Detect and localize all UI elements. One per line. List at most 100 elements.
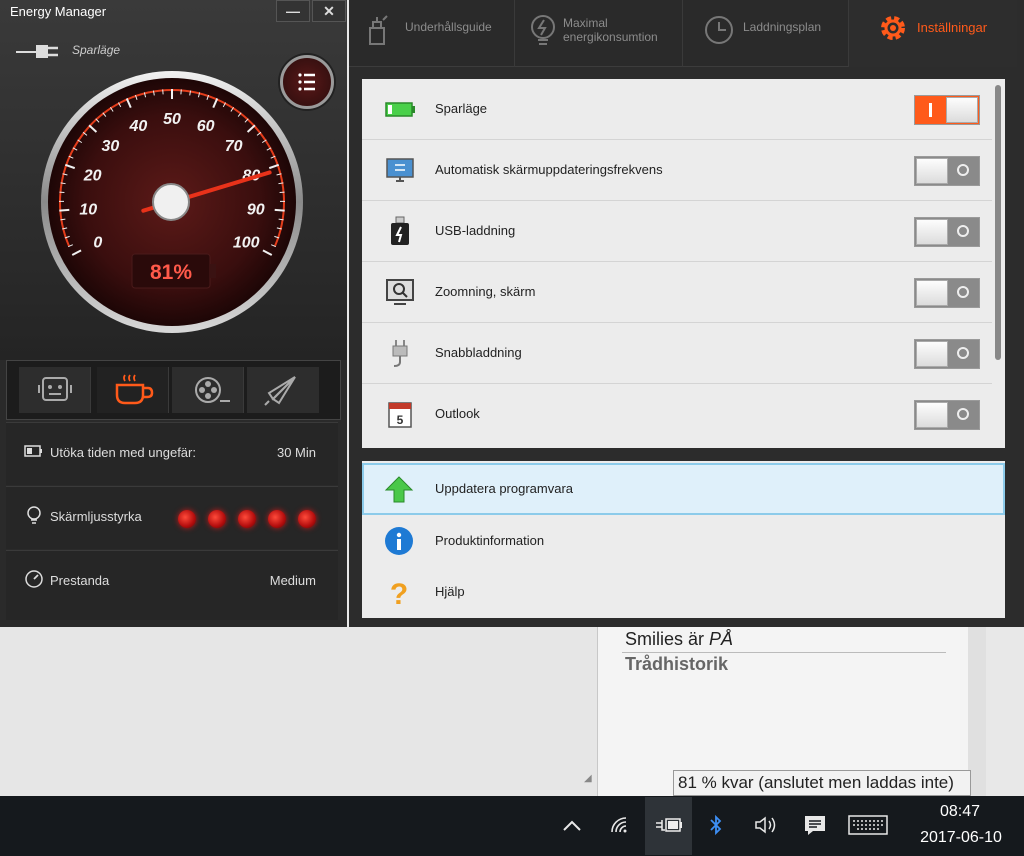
question-icon: ? (384, 577, 414, 611)
clock-time[interactable]: 08:47 (930, 803, 990, 821)
plug-icon (384, 338, 416, 368)
brightness-row: Skärmljusstyrka (6, 486, 338, 549)
smilies-prefix: Smilies är (625, 629, 710, 649)
mode-tab-coffee[interactable] (97, 367, 169, 413)
nav-maintenance[interactable]: Underhållsguide (349, 0, 515, 67)
setting-row-outlook: 5 Outlook (362, 384, 992, 445)
maintenance-icon (369, 15, 388, 45)
help-link[interactable]: ? Hjälp (362, 566, 1005, 618)
toggle-screen-zoom[interactable] (914, 278, 980, 308)
touch-keyboard-icon[interactable] (846, 810, 890, 840)
robot-icon (38, 377, 72, 401)
toggle-power-saving[interactable] (914, 95, 980, 125)
smilies-state: PÅ (709, 629, 734, 649)
web-textarea[interactable] (0, 627, 598, 796)
toggle-refresh-rate[interactable] (914, 156, 980, 186)
link-label: Hjälp (435, 584, 465, 599)
zoom-screen-icon (384, 277, 416, 307)
toggle-usb-charging[interactable] (914, 217, 980, 247)
usb-charge-icon (384, 216, 416, 246)
extend-time-row: Utöka tiden med ungefär: 30 Min (6, 422, 338, 485)
mode-tab-rocket[interactable] (247, 367, 319, 413)
nav-charge-plan[interactable]: Laddningsplan (683, 0, 849, 67)
performance-row: Prestanda Medium (6, 550, 338, 620)
settings-list: Sparläge Automatisk skärmuppdateringsfre… (362, 79, 1005, 448)
settings-scrollbar[interactable] (995, 85, 1001, 360)
brightness-dot[interactable] (178, 510, 196, 528)
brightness-dot[interactable] (268, 510, 286, 528)
rocket-icon (264, 376, 296, 406)
extend-time-label: Utöka tiden med ungefär: (50, 445, 196, 460)
app-title: Energy Manager (10, 4, 107, 19)
gauge-tick-label: 0 (93, 234, 102, 251)
speedometer-small-icon (24, 569, 44, 589)
setting-label: Sparläge (435, 101, 488, 116)
up-arrow-icon (384, 474, 414, 504)
setting-row-refresh-rate: Automatisk skärmuppdateringsfrekvens (362, 140, 992, 201)
brightness-label: Skärmljusstyrka (50, 509, 142, 524)
links-list: Uppdatera programvara Produktinformation… (362, 461, 1005, 618)
link-label: Produktinformation (435, 533, 545, 548)
mode-tabs (6, 360, 341, 420)
calendar-icon: 5 (384, 399, 416, 429)
web-edge (986, 627, 1024, 796)
setting-label: USB-laddning (435, 223, 516, 238)
show-hidden-icons-icon[interactable] (558, 810, 586, 840)
setting-label: Snabbladdning (435, 345, 522, 360)
gauge-tick-label: 10 (79, 201, 97, 218)
monitor-icon (384, 155, 416, 185)
setting-label: Automatisk skärmuppdateringsfrekvens (435, 162, 663, 177)
extend-time-value: 30 Min (276, 445, 316, 460)
setting-row-screen-zoom: Zoomning, skärm (362, 262, 992, 323)
clock-date[interactable]: 2017-06-10 (906, 829, 1016, 847)
film-reel-icon (195, 377, 230, 403)
toggle-outlook[interactable] (914, 400, 980, 430)
svg-text:?: ? (390, 578, 408, 607)
mode-tab-film[interactable] (172, 367, 244, 413)
gauge-tick-label: 40 (128, 118, 147, 135)
setting-row-fast-charging: Snabbladdning (362, 323, 992, 384)
battery-gauge: 0 10 20 30 40 50 60 70 80 90 100 81% (40, 68, 304, 338)
nav-max-energy-label: Maximal energikonsumtion (563, 16, 658, 44)
volume-icon[interactable] (750, 810, 782, 840)
nav-settings[interactable]: Inställningar (849, 0, 1017, 67)
battery-readout: 81% (150, 261, 192, 284)
performance-label: Prestanda (50, 573, 110, 588)
toggle-fast-charging[interactable] (914, 339, 980, 369)
battery-icon (384, 94, 416, 124)
brightness-dot[interactable] (208, 510, 226, 528)
bluetooth-icon[interactable] (703, 810, 729, 840)
smilies-status: Smilies är PÅ (625, 629, 733, 650)
brightness-dot[interactable] (298, 510, 316, 528)
nav-maintenance-label: Underhållsguide (405, 20, 492, 34)
close-button[interactable]: ✕ (312, 0, 346, 22)
power-plug-icon (16, 40, 64, 62)
info-icon (384, 526, 414, 556)
nav-settings-label: Inställningar (917, 20, 988, 35)
gear-icon (881, 16, 905, 40)
setting-label: Zoomning, skärm (435, 284, 536, 299)
minimize-button[interactable]: — (276, 0, 310, 22)
update-software-link[interactable]: Uppdatera programvara (362, 463, 1005, 515)
battery-small-icon (24, 441, 44, 461)
bulb-small-icon (24, 505, 44, 525)
svg-text:5: 5 (397, 413, 404, 427)
nav-bar: Underhållsguide Maximal energikonsumtion… (349, 0, 1017, 67)
wifi-icon[interactable] (606, 810, 636, 840)
nav-max-energy[interactable]: Maximal energikonsumtion (515, 0, 683, 67)
mode-tab-robot[interactable] (19, 367, 91, 413)
clock-icon (705, 16, 733, 44)
action-center-icon[interactable] (800, 810, 830, 840)
link-label: Uppdatera programvara (435, 481, 574, 496)
gauge-tick-label: 20 (83, 167, 102, 184)
brightness-dot[interactable] (238, 510, 256, 528)
gauge-tick-label: 60 (197, 118, 215, 135)
resize-grip-icon[interactable]: ◢ (584, 774, 594, 784)
thread-history-heading: Trådhistorik (625, 654, 729, 674)
product-info-link[interactable]: Produktinformation (362, 515, 1005, 567)
battery-tooltip: 81 % kvar (anslutet men laddas inte) (673, 770, 971, 796)
gauge-tick (59, 208, 70, 212)
bulb-icon (531, 15, 555, 45)
battery-tray-icon[interactable] (645, 797, 692, 855)
mode-label: Sparläge (72, 43, 121, 57)
